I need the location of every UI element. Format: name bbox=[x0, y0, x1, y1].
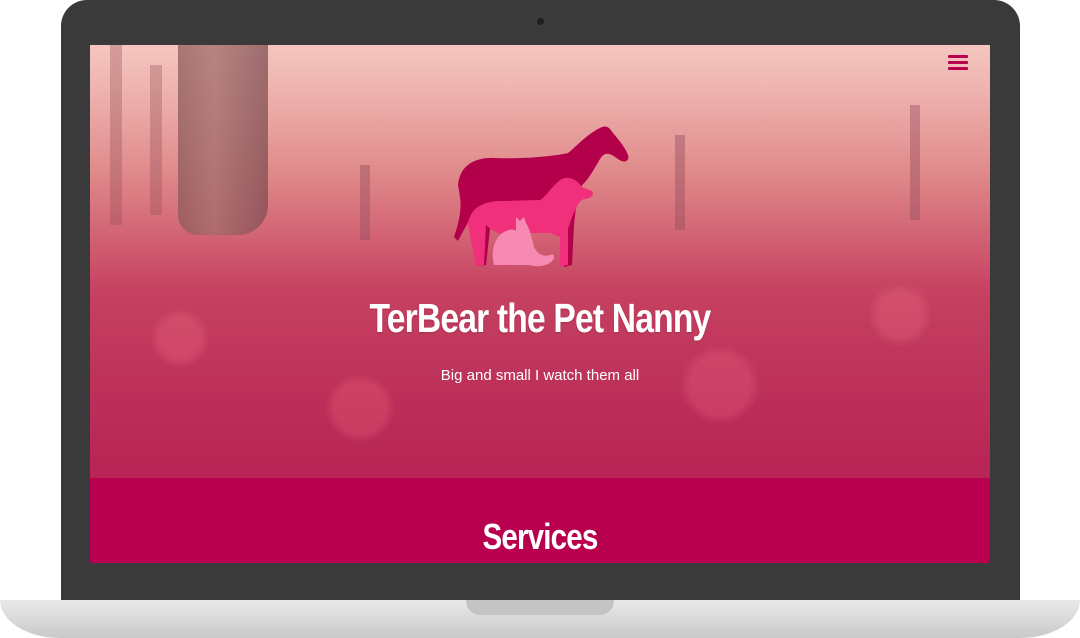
webcam bbox=[537, 18, 544, 25]
services-section: Services bbox=[90, 478, 990, 563]
fence-post bbox=[910, 105, 920, 220]
fence-post bbox=[675, 135, 685, 230]
background-tree bbox=[110, 45, 122, 225]
site-title: TerBear the Pet Nanny bbox=[369, 295, 712, 341]
fence-post bbox=[360, 165, 370, 240]
laptop-hinge-notch bbox=[466, 600, 614, 615]
menu-button[interactable] bbox=[948, 51, 970, 71]
pet-logo-icon bbox=[454, 126, 629, 268]
background-tree-trunk bbox=[178, 45, 268, 235]
background-tree bbox=[150, 65, 162, 215]
hero-section: TerBear the Pet Nanny Big and small I wa… bbox=[90, 45, 990, 478]
hamburger-menu-icon bbox=[948, 55, 968, 58]
browser-viewport: TerBear the Pet Nanny Big and small I wa… bbox=[90, 45, 990, 563]
leaf-covered-ground bbox=[90, 245, 990, 478]
services-heading: Services bbox=[482, 516, 599, 557]
site-tagline: Big and small I watch them all bbox=[440, 367, 640, 384]
